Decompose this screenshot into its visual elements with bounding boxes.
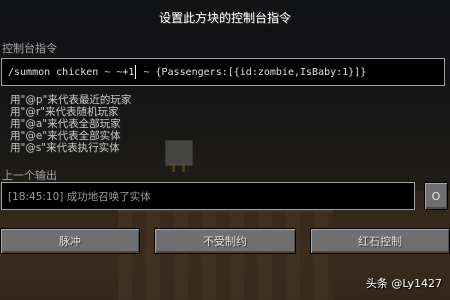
previous-output-field: [18:45:10] 成功地召唤了实体: [1, 182, 415, 210]
command-label: 控制台指令: [2, 42, 57, 55]
command-input[interactable]: /summon chicken ~ ~+1 ~ {Passengers:[{id…: [1, 58, 445, 86]
hint-line: 用"@e"来代表全部实体: [10, 130, 121, 142]
redstone-control-button[interactable]: 红石控制: [310, 228, 450, 254]
command-text-before-cursor: /summon chicken ~ ~+1: [8, 66, 135, 78]
hint-line: 用"@a"来代表全部玩家: [10, 118, 121, 130]
previous-output-text: [18:45:10] 成功地召唤了实体: [8, 190, 151, 203]
hint-line: 用"@s"来代表执行实体: [10, 142, 120, 154]
watermark-text: 头条 @Ly1427: [365, 277, 442, 290]
text-cursor: [135, 65, 137, 79]
block-mode-button[interactable]: 脉冲: [0, 228, 140, 254]
command-text-after-cursor: ~ {Passengers:[{id:zombie,IsBaby:1}]}: [137, 66, 367, 78]
hint-line: 用"@r"来代表随机玩家: [10, 106, 119, 118]
screen-title: 设置此方块的控制台指令: [158, 11, 291, 25]
track-output-toggle-button[interactable]: O: [424, 182, 448, 210]
previous-output-label: 上一个输出: [2, 169, 57, 182]
conditional-button[interactable]: 不受制约: [154, 228, 296, 254]
hint-line: 用"@p"来代表最近的玩家: [10, 94, 132, 106]
selector-hints: 用"@p"来代表最近的玩家 用"@r"来代表随机玩家 用"@a"来代表全部玩家 …: [10, 94, 131, 154]
